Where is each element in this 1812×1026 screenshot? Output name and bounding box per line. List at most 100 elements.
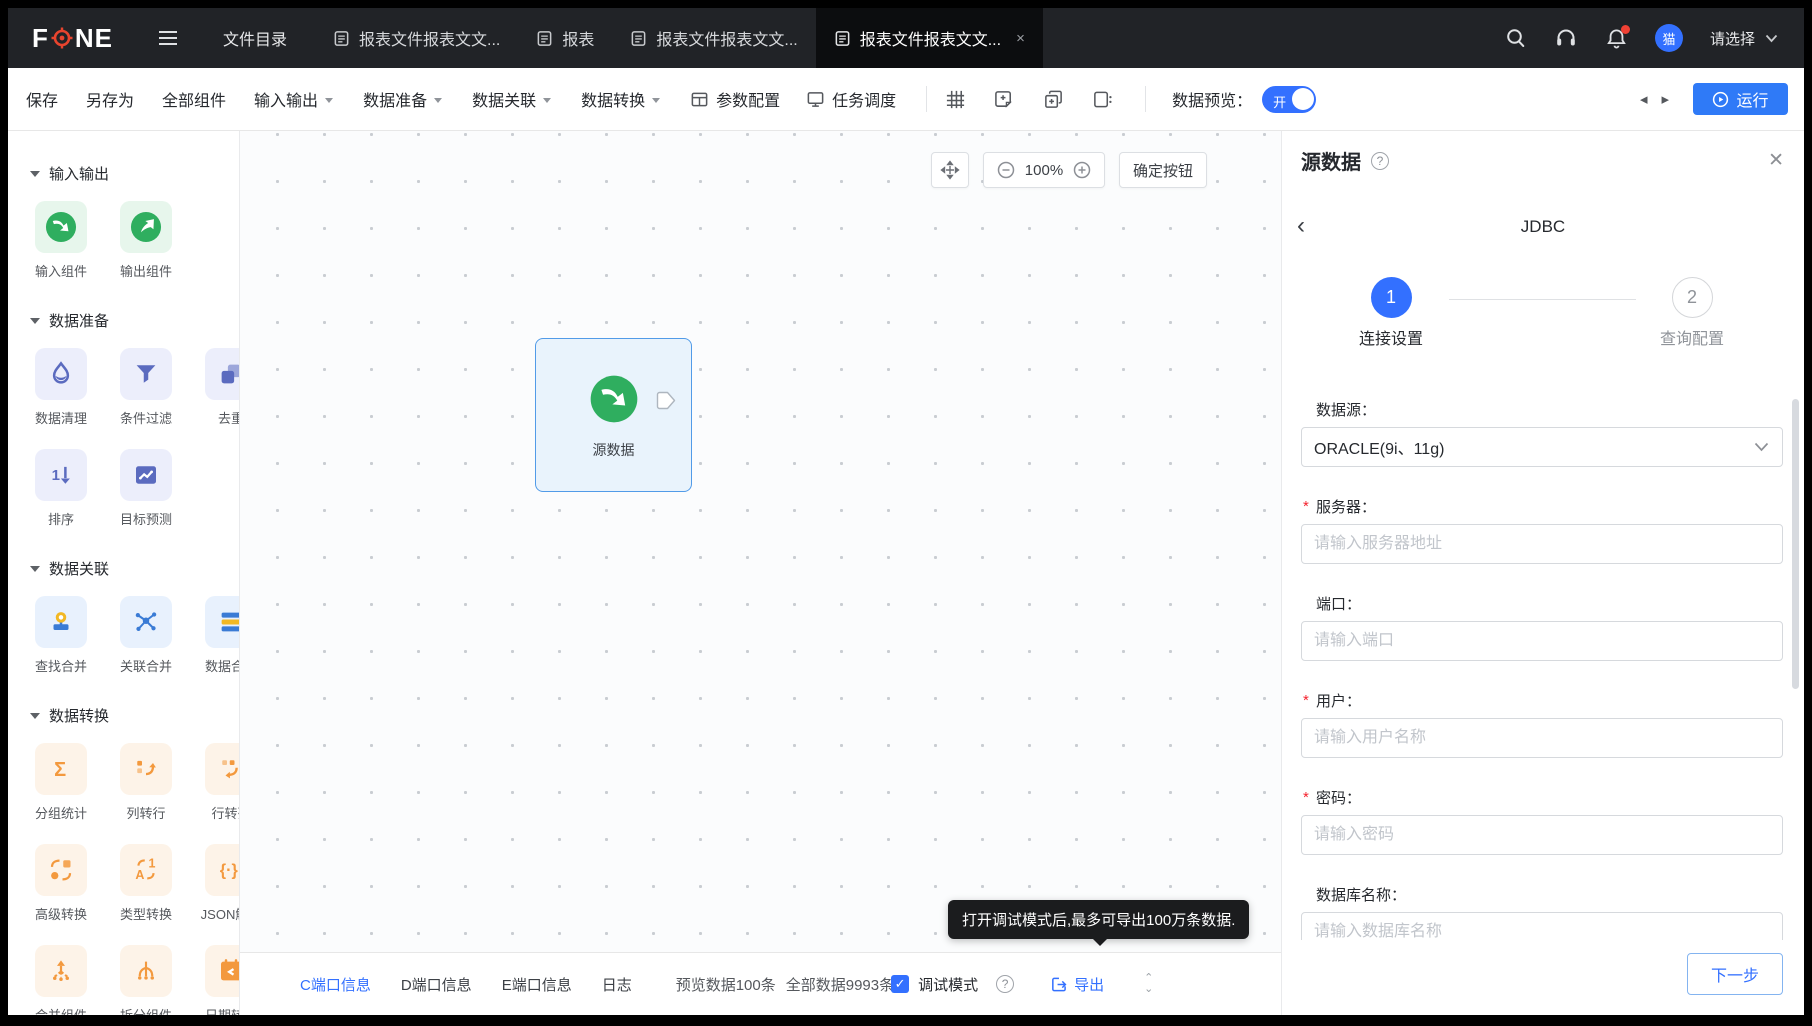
grid-toggle-button[interactable]	[945, 89, 966, 110]
search-icon[interactable]	[1505, 27, 1527, 49]
palette-item-label: 查找合并	[35, 656, 87, 675]
zoom-level-value: 100%	[1025, 162, 1063, 179]
server-input[interactable]	[1301, 524, 1783, 564]
section-data-relate[interactable]: 数据关联	[30, 558, 239, 579]
palette-item-sort[interactable]: 1 排序	[30, 449, 92, 528]
debug-help-icon[interactable]	[996, 975, 1014, 993]
all-components-button[interactable]: 全部组件	[162, 87, 226, 111]
collapse-triangle-icon	[30, 566, 40, 572]
palette-item-label: 去重	[218, 408, 240, 427]
save-button[interactable]: 保存	[26, 87, 58, 111]
palette-item-input-component[interactable]: 输入组件	[30, 201, 92, 280]
palette-item-dedup[interactable]: 去重	[200, 348, 240, 427]
zoom-in-icon[interactable]	[1073, 161, 1091, 179]
palette-item-label: 数据合并	[205, 656, 240, 675]
debug-mode-checkbox[interactable]	[891, 975, 909, 993]
document-icon	[536, 30, 553, 47]
panel-back-icon[interactable]: ‹	[1297, 213, 1305, 239]
top-header-bar: F NE 文件目录 报表文件报表文文... 报表 报表文件报表文文...	[8, 8, 1804, 68]
new-page-button[interactable]	[994, 89, 1015, 110]
palette-item-row-to-col[interactable]: 行转列	[200, 743, 240, 822]
palette-item-data-merge[interactable]: 数据合并	[200, 596, 240, 675]
palette-item-condition-filter[interactable]: 条件过滤	[115, 348, 177, 427]
capture-region-button[interactable]	[1092, 89, 1113, 110]
step-connector-line	[1449, 299, 1636, 300]
port-info-tab-e[interactable]: E端口信息	[502, 974, 572, 995]
menu-hamburger-icon[interactable]	[159, 8, 177, 68]
step-1-circle: 1	[1371, 277, 1412, 318]
flow-canvas[interactable]: 100% 确定按钮 源数据 打开调试模式后,最多可导出100万条数据.	[240, 131, 1281, 1015]
panel-footer: 下一步	[1282, 940, 1804, 1015]
collapse-triangle-icon	[30, 171, 40, 177]
palette-item-label: 分组统计	[35, 803, 87, 822]
zoom-out-icon[interactable]	[997, 161, 1015, 179]
save-as-button[interactable]: 另存为	[86, 87, 134, 111]
datasource-select-value: ORACLE(9i、11g)	[1314, 435, 1444, 459]
palette-item-advanced-transform[interactable]: 高级转换	[30, 844, 92, 923]
palette-item-group-stats[interactable]: Σ 分组统计	[30, 743, 92, 822]
copy-frame-button[interactable]	[1043, 89, 1064, 110]
io-dropdown[interactable]: 输入输出	[254, 87, 333, 111]
datasource-select[interactable]: ORACLE(9i、11g)	[1301, 427, 1783, 467]
source-data-node[interactable]: 源数据	[535, 338, 692, 492]
panel-collapse-arrows[interactable]: ⌃⌄	[1144, 974, 1153, 994]
param-config-button[interactable]: 参数配置	[690, 87, 780, 111]
user-avatar[interactable]: 猫	[1655, 24, 1683, 52]
user-input[interactable]	[1301, 718, 1783, 758]
tab-report-2[interactable]: 报表	[518, 8, 612, 68]
data-preview-toggle[interactable]: 开	[1262, 86, 1316, 113]
panel-scrollbar[interactable]	[1792, 399, 1799, 689]
caret-down-icon	[325, 98, 333, 103]
password-input[interactable]	[1301, 815, 1783, 855]
user-select-dropdown[interactable]: 请选择	[1710, 28, 1778, 49]
palette-item-lookup-merge[interactable]: 查找合并	[30, 596, 92, 675]
pager-next-icon[interactable]: ▸	[1661, 90, 1669, 108]
section-io[interactable]: 输入输出	[30, 163, 239, 184]
section-data-prepare[interactable]: 数据准备	[30, 310, 239, 331]
headset-icon[interactable]	[1554, 26, 1578, 50]
pager-prev-icon[interactable]: ◂	[1640, 90, 1648, 108]
tab-label: 报表	[562, 26, 594, 50]
export-button[interactable]: 导出	[1050, 974, 1104, 995]
port-info-tab-c[interactable]: C端口信息	[300, 974, 371, 995]
palette-item-label: 日期转换	[205, 1005, 240, 1015]
tab-report-3[interactable]: 报表文件报表文文...	[612, 8, 815, 68]
confirm-button[interactable]: 确定按钮	[1119, 152, 1207, 188]
palette-item-merge-component[interactable]: 合并组件	[30, 945, 92, 1015]
log-tab[interactable]: 日志	[602, 974, 632, 995]
task-schedule-button[interactable]: 任务调度	[806, 87, 896, 111]
notification-bell-icon[interactable]	[1605, 27, 1628, 50]
node-output-port[interactable]	[656, 391, 677, 411]
caret-down-icon	[543, 98, 551, 103]
palette-item-data-clean[interactable]: 数据清理	[30, 348, 92, 427]
port-info-tab-d[interactable]: D端口信息	[401, 974, 472, 995]
run-button[interactable]: 运行	[1693, 83, 1788, 115]
debug-mode-label: 调试模式	[918, 974, 978, 995]
port-input[interactable]	[1301, 621, 1783, 661]
panel-close-icon[interactable]: ✕	[1768, 149, 1784, 172]
filter-funnel-icon	[131, 359, 161, 389]
step-2-label: 查询配置	[1660, 325, 1724, 349]
tab-close-icon[interactable]: ×	[1016, 30, 1025, 47]
palette-item-target-predict[interactable]: 目标预测	[115, 449, 177, 528]
palette-item-col-to-row[interactable]: 列转行	[115, 743, 177, 822]
data-relate-dropdown[interactable]: 数据关联	[472, 87, 551, 111]
pan-tool-button[interactable]	[931, 152, 969, 188]
tab-report-1[interactable]: 报表文件报表文文...	[315, 8, 518, 68]
task-schedule-icon	[806, 90, 825, 109]
palette-item-date-convert[interactable]: 日期转换	[200, 945, 240, 1015]
palette-item-relate-merge[interactable]: 关联合并	[115, 596, 177, 675]
data-prepare-dropdown[interactable]: 数据准备	[363, 87, 442, 111]
tab-report-4-active[interactable]: 报表文件报表文文... ×	[816, 8, 1043, 68]
panel-help-icon[interactable]	[1371, 152, 1389, 170]
palette-item-type-convert[interactable]: A1 类型转换	[115, 844, 177, 923]
next-step-button[interactable]: 下一步	[1687, 953, 1783, 995]
data-transform-dropdown[interactable]: 数据转换	[581, 87, 660, 111]
nav-file-directory[interactable]: 文件目录	[223, 8, 287, 68]
data-prepare-label: 数据准备	[363, 87, 427, 111]
logo-letter-ne: NE	[75, 23, 113, 54]
section-data-transform[interactable]: 数据转换	[30, 705, 239, 726]
palette-item-output-component[interactable]: 输出组件	[115, 201, 177, 280]
palette-item-split-component[interactable]: 拆分组件	[115, 945, 177, 1015]
palette-item-json-parse[interactable]: {·} JSON解析	[200, 844, 240, 923]
